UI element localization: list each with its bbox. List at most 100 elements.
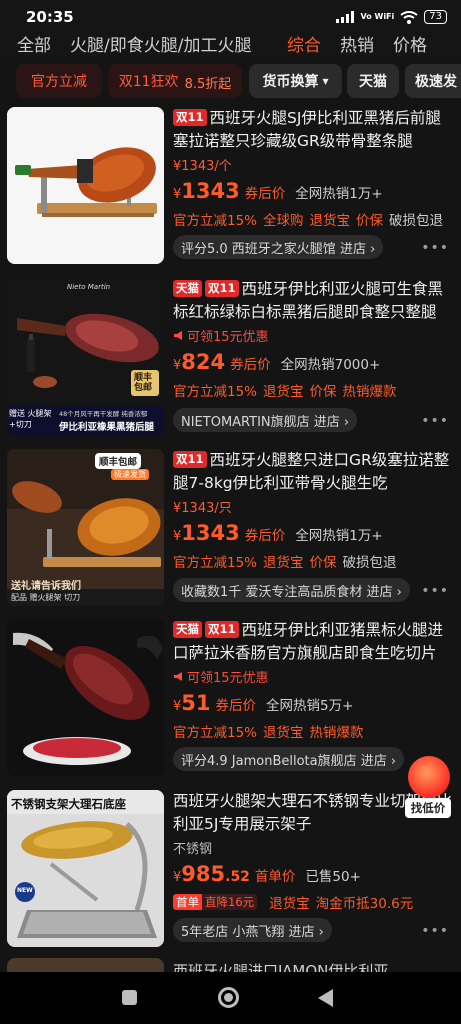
store-link[interactable]: NIETOMARTIN旗舰店 进店 › [173,408,358,432]
benefits-row: 官方立减15% 退货宝 价保 破损包退 [173,551,453,571]
filter-fast-ship[interactable]: 极速发 [405,64,461,98]
benefit-tag: 退货宝 [263,555,304,571]
product-image[interactable]: Nieto Martín 顺丰包邮 赠送 火腿架+切刀 48个月风干再干发酵 纯… [7,278,164,435]
ham-image [7,619,164,776]
benefit-tag: 官方立减15% [173,213,258,229]
filter-tmall[interactable]: 天猫 [347,64,399,98]
tab-all[interactable]: 全部 [17,34,51,56]
tab-comprehensive[interactable]: 综合 [287,34,321,56]
sales-count: 全网热销7000+ [280,357,381,373]
store-row: 收藏数1千 爱沃专注高品质食材 进店 › ••• [173,578,453,602]
product-image[interactable] [7,619,164,776]
first-order-tag: 首单 [173,894,202,910]
more-icon[interactable]: ••• [421,923,449,939]
filter-label: 官方立减 [31,74,87,90]
tab-category[interactable]: 火腿/即食火腿/加工火腿 [70,34,251,56]
product-price-decimal: .52 [225,869,250,885]
product-image[interactable] [7,107,164,264]
filter-label: 极速发 [415,74,457,90]
product-title[interactable]: 双11 西班牙火腿SJ伊比利亚黑猪后前腿塞拉诺整只珍藏级GR级带骨整条腿 [173,107,453,153]
store-link[interactable]: 评分4.9 JamonBellota旗舰店 进店 › [173,747,405,771]
find-low-price-button[interactable]: 找低价 [405,756,451,820]
back-icon[interactable] [318,989,333,1007]
filter-double11[interactable]: 双11狂欢 8.5折起 [108,64,242,98]
store-link[interactable]: 5年老店 小燕飞翔 进店 › [173,918,332,942]
product-card[interactable]: 不锈钢支架大理石底座 NEW 西班牙火腿架大理石不锈钢专业切架伊比利亚5J专用展… [0,790,461,955]
product-title[interactable]: 双11 西班牙火腿整只进口GR级塞拉诺整腿7-8kg伊比利亚带骨火腿生吃 [173,449,453,495]
product-card[interactable]: 双11 西班牙火腿SJ伊比利亚黑猪后前腿塞拉诺整只珍藏级GR级带骨整条腿 ¥134… [0,107,461,272]
product-title-text: 西班牙火腿SJ伊比利亚黑猪后前腿塞拉诺整只珍藏级GR级带骨整条腿 [173,109,441,150]
product-title-text: 西班牙火腿整只进口GR级塞拉诺整腿7-8kg伊比利亚带骨火腿生吃 [173,451,450,492]
more-icon[interactable]: ••• [421,240,449,256]
product-info: 天猫 双11 西班牙伊比利亚猪黑标火腿进口萨拉米香肠官方旗舰店即食生吃切片 可领15… [173,619,453,771]
benefit-tag: 退货宝 [263,725,304,741]
filter-currency[interactable]: 货币换算 ▾ [249,64,342,98]
more-icon[interactable]: ••• [421,413,449,429]
brand-logo-text: Nieto Martín [67,283,111,291]
price-label: 券后价 [244,186,286,202]
benefit-tag: 淘金币抵30.6元 [315,896,414,912]
currency-symbol: ¥ [173,870,182,885]
system-nav-bar [0,972,461,1024]
store-row: 5年老店 小燕飞翔 进店 › ••• [173,918,453,942]
gift-text: 赠送 火腿架+切刀 [9,409,52,429]
status-time: 20:35 [26,8,74,26]
benefit-tag: 退货宝 [263,384,304,400]
megaphone-icon [174,671,182,681]
free-shipping-badge: 顺丰包邮 [134,373,153,393]
home-icon[interactable] [218,987,239,1008]
product-price: 985 [181,862,226,886]
benefit-tag: 全球购 [263,213,304,229]
price-row: ¥1343 券后价 全网热销1万+ [173,521,453,545]
product-unit-price: ¥1343/个 [173,159,232,174]
benefit-tag: 破损包退 [342,555,397,571]
product-card[interactable]: 顺丰包邮 极速发货 送礼请告诉我们 配品 赠火腿架 切刀 双11 西班牙火腿整只进… [0,449,461,614]
product-info: 双11 西班牙火腿SJ伊比利亚黑猪后前腿塞拉诺整只珍藏级GR级带骨整条腿 ¥134… [173,107,453,259]
benefit-tag: 退货宝 [309,213,351,229]
product-image[interactable]: 不锈钢支架大理石底座 NEW [7,790,164,947]
filter-label: 天猫 [359,74,387,90]
product-image [7,958,164,972]
coupon-row[interactable]: 可领15元优惠 [173,326,453,345]
chevron-down-icon: ▾ [322,74,329,88]
currency-symbol: ¥ [173,358,182,373]
tab-price[interactable]: 价格 [393,34,427,56]
product-title[interactable]: 天猫 双11 西班牙伊比利亚火腿可生食黑标红标绿标白标黑猪后腿即食整只整腿 [173,278,453,324]
product-title[interactable]: 天猫 双11 西班牙伊比利亚猪黑标火腿进口萨拉米香肠官方旗舰店即食生吃切片 [173,619,453,665]
product-card[interactable]: 天猫 双11 西班牙伊比利亚猪黑标火腿进口萨拉米香肠官方旗舰店即食生吃切片 可领15… [0,619,461,784]
filter-official-discount[interactable]: 官方立减 [16,64,102,98]
tab-hot[interactable]: 热销 [340,34,374,56]
store-row: NIETOMARTIN旗舰店 进店 › ••• [173,408,453,432]
benefit-tag: 官方立减15% [173,555,258,571]
benefit-tag: 价保 [309,384,337,400]
coupon-row[interactable]: 可领15元优惠 [173,667,453,686]
benefit-tag: 退货宝 [269,896,310,912]
product-caption: 不锈钢支架大理石底座 [11,797,126,811]
filter-label: 双11狂欢 [118,74,179,90]
product-info: 天猫 双11 西班牙伊比利亚火腿可生食黑标红标绿标白标黑猪后腿即食整只整腿 可领15… [173,278,453,432]
gift-subcaption: 配品 赠火腿架 切刀 [11,593,81,602]
benefit-tag: 热销爆款 [309,725,364,741]
more-icon[interactable]: ••• [421,583,449,599]
first-order-badge: 首单 直降16元 [173,894,263,910]
store-row: 评分5.0 西班牙之家火腿馆 进店 › ••• [173,235,453,259]
next-product-peek[interactable]: 西班牙火腿进口JAMON伊比利亚... [0,958,461,972]
badge-tmall: 天猫 [173,621,202,638]
store-link[interactable]: 评分5.0 西班牙之家火腿馆 进店 › [173,235,384,259]
filter-bar: 官方立减 双11狂欢 8.5折起 货币换算 ▾ 天猫 极速发 [0,60,461,102]
badge-text: 顺丰包邮 [99,457,138,468]
coupon-text: 可领15元优惠 [187,329,269,345]
product-banner-text: 伊比利亚橡果黑猪后腿 [59,422,155,433]
benefit-tag: 官方立减15% [173,384,258,400]
recent-apps-icon[interactable] [122,990,137,1005]
find-low-price-label: 找低价 [405,798,451,818]
filter-label: 货币换算 [262,74,319,90]
status-bar: 20:35 Vo WiFi 73 [0,0,461,34]
benefit-tag: 价保 [356,213,384,229]
sales-count: 已售50+ [305,869,361,885]
store-link[interactable]: 收藏数1千 爱沃专注高品质食材 进店 › [173,578,410,602]
product-image[interactable]: 顺丰包邮 极速发货 送礼请告诉我们 配品 赠火腿架 切刀 [7,449,164,606]
ham-image [7,107,164,264]
product-card[interactable]: Nieto Martín 顺丰包邮 赠送 火腿架+切刀 48个月风干再干发酵 纯… [0,278,461,443]
benefit-tag: 价保 [309,555,337,571]
